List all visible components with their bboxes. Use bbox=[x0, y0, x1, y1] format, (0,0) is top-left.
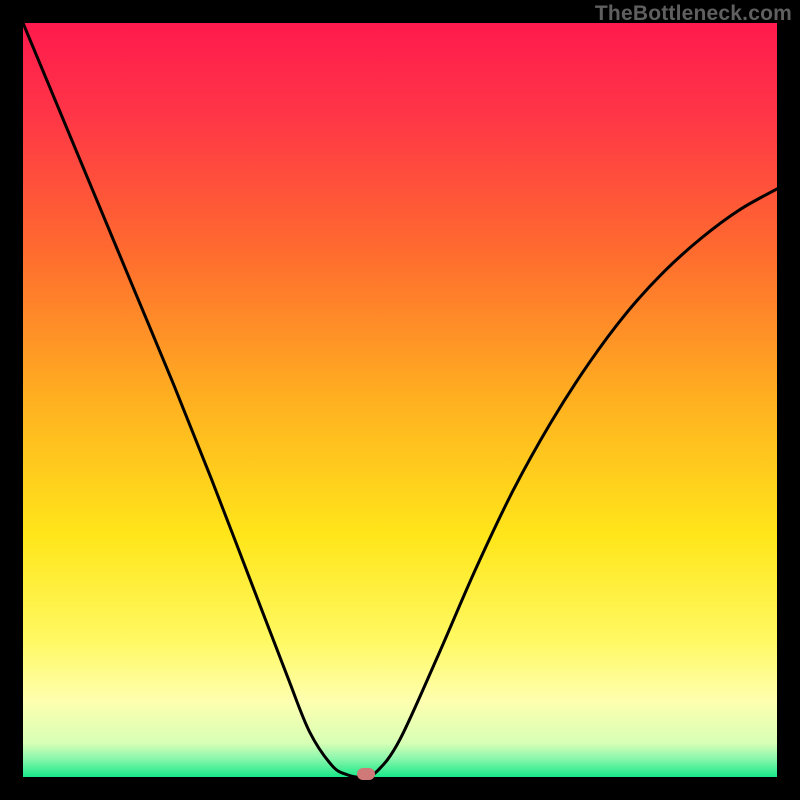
chart-frame: TheBottleneck.com bbox=[0, 0, 800, 800]
plot-area bbox=[23, 23, 777, 777]
bottleneck-curve bbox=[23, 23, 777, 777]
minimum-marker bbox=[357, 768, 375, 780]
